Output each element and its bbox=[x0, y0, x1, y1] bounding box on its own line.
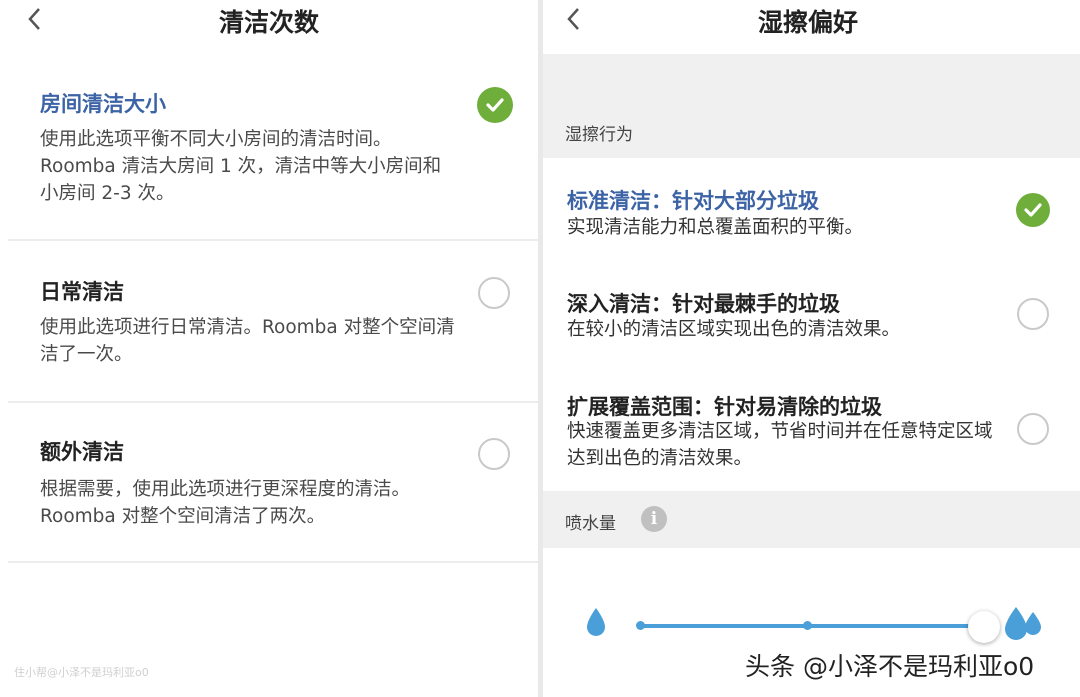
info-icon[interactable]: i bbox=[641, 506, 667, 532]
option-title: 扩展覆盖范围：针对易清除的垃圾 bbox=[567, 395, 882, 419]
watermark: 住小帮@小泽不是玛利亚o0 bbox=[14, 666, 149, 679]
panel-mopping-preference: 湿擦偏好 湿擦行为 标准清洁：针对大部分垃圾 实现清洁能力和总覆盖面积的平衡。 … bbox=[543, 0, 1080, 697]
option-desc: 使用此选项进行日常清洁。Roomba 对整个空间清洁了一次。 bbox=[40, 317, 455, 365]
option-desc: 根据需要，使用此选项进行更深程度的清洁。Roomba 对整个空间清洁了两次。 bbox=[40, 479, 411, 527]
page-title: 清洁次数 bbox=[218, 8, 319, 37]
slider-thumb[interactable] bbox=[968, 611, 1000, 643]
page-title: 湿擦偏好 bbox=[757, 8, 858, 37]
section-label: 喷水量 bbox=[565, 514, 616, 534]
radio-button[interactable] bbox=[478, 438, 510, 470]
watermark: 头条 @小泽不是玛利亚o0 bbox=[745, 652, 1035, 681]
water-drops-large-icon bbox=[1005, 607, 1041, 640]
divider bbox=[8, 561, 538, 563]
water-drop-small-icon bbox=[587, 608, 605, 636]
section-header-spray: 喷水量 i bbox=[543, 491, 1080, 548]
option-title: 房间清洁大小 bbox=[40, 92, 166, 116]
option-title: 深入清洁：针对最棘手的垃圾 bbox=[567, 292, 840, 316]
section-label: 湿擦行为 bbox=[565, 125, 633, 145]
divider bbox=[8, 401, 538, 403]
section-header-behavior: 湿擦行为 bbox=[543, 54, 1080, 158]
slider-tick bbox=[803, 621, 812, 630]
option-title: 额外清洁 bbox=[40, 440, 124, 464]
divider bbox=[8, 239, 538, 241]
radio-button[interactable] bbox=[1017, 298, 1049, 330]
option-title: 标准清洁：针对大部分垃圾 bbox=[567, 189, 819, 213]
radio-button[interactable] bbox=[478, 277, 510, 309]
option-title: 日常清洁 bbox=[40, 280, 124, 304]
radio-button[interactable] bbox=[1017, 413, 1049, 445]
check-icon bbox=[1016, 193, 1050, 227]
option-desc: 使用此选项平衡不同大小房间的清洁时间。Roomba 清洁大房间 1 次，清洁中等… bbox=[40, 129, 442, 204]
option-desc: 在较小的清洁区域实现出色的清洁效果。 bbox=[567, 319, 901, 340]
option-desc: 快速覆盖更多清洁区域，节省时间并在任意特定区域达到出色的清洁效果。 bbox=[567, 421, 993, 469]
slider-tick bbox=[636, 621, 645, 630]
check-icon bbox=[477, 87, 513, 123]
panel-cleaning-passes: 清洁次数 房间清洁大小 使用此选项平衡不同大小房间的清洁时间。Roomba 清洁… bbox=[0, 0, 538, 697]
option-desc: 实现清洁能力和总覆盖面积的平衡。 bbox=[567, 217, 864, 238]
